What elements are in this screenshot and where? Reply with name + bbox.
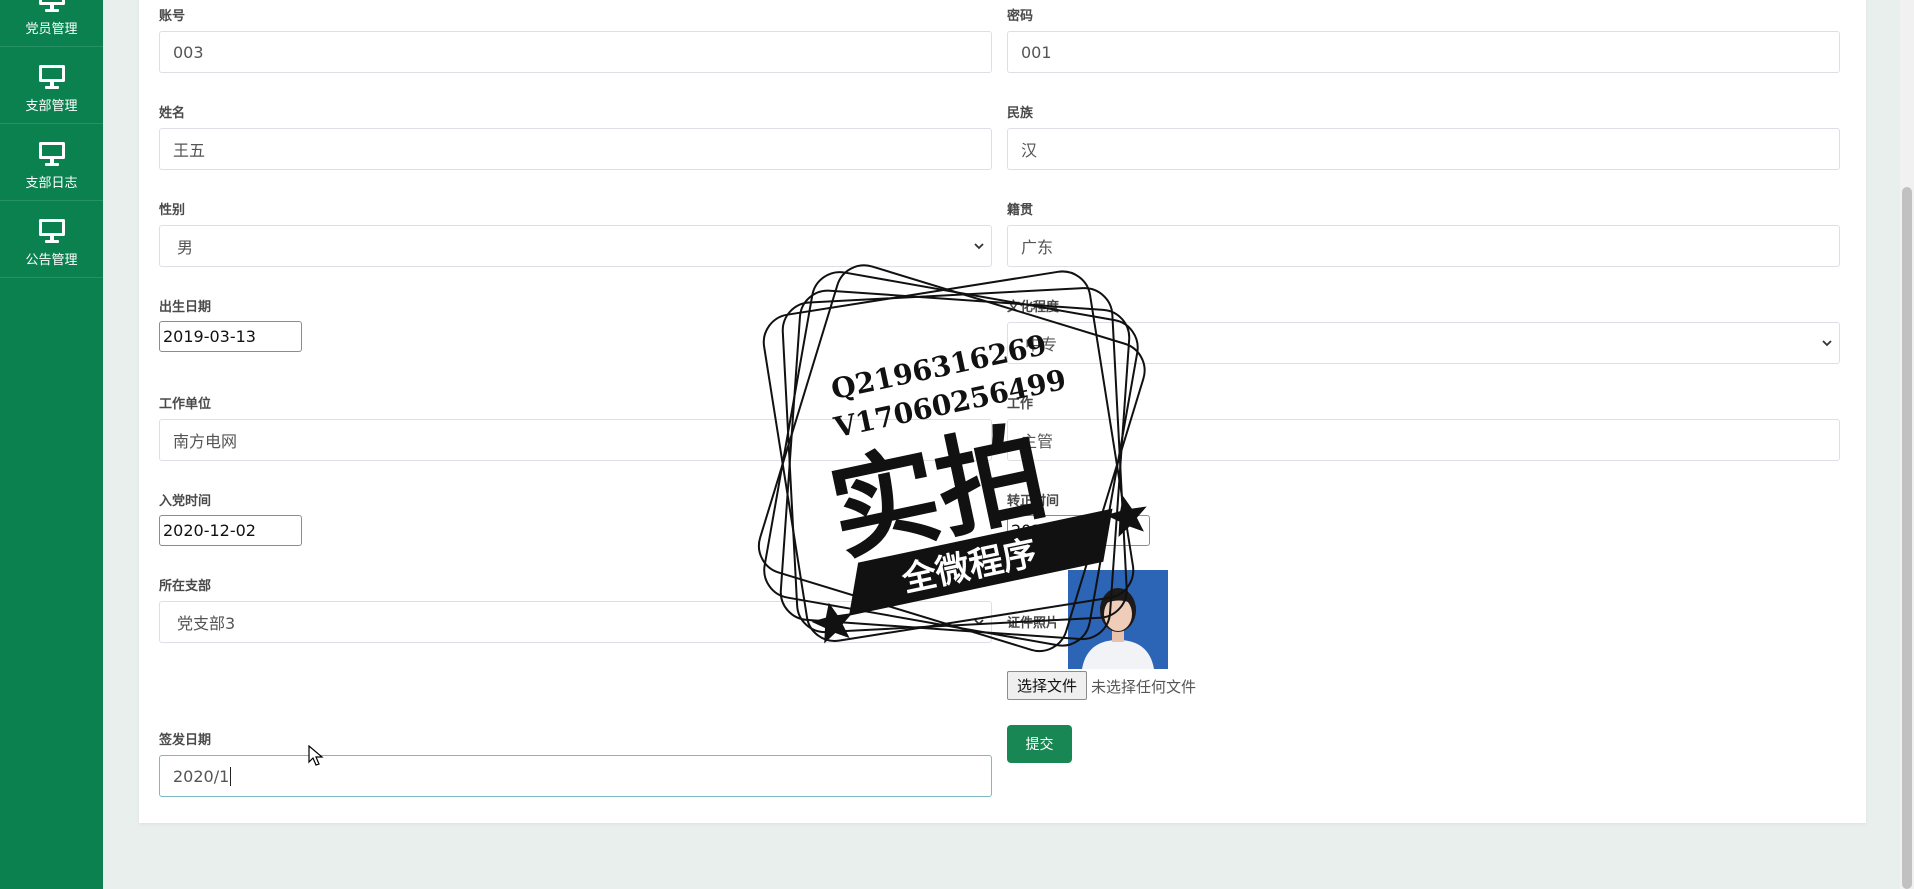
- birth-date-label: 出生日期: [159, 300, 212, 315]
- monitor-icon: [38, 142, 65, 166]
- join-date-input[interactable]: 2020-12-02: [159, 515, 302, 546]
- sidebar-item-label: 支部日志: [25, 176, 78, 191]
- text-caret: [230, 766, 232, 786]
- sidebar-item-member-management[interactable]: 党员管理: [0, 0, 103, 47]
- issue-date-input[interactable]: 2020/1: [159, 755, 992, 797]
- gender-value: 男: [177, 238, 194, 257]
- issue-date-label: 签发日期: [159, 733, 212, 748]
- sidebar-item-branch-management[interactable]: 支部管理: [0, 47, 103, 124]
- sidebar-item-label: 公告管理: [25, 253, 78, 268]
- choose-file-button[interactable]: 选择文件: [1007, 671, 1087, 700]
- birth-date-input[interactable]: 2019-03-13: [159, 321, 302, 352]
- sidebar-item-branch-log[interactable]: 支部日志: [0, 124, 103, 201]
- account-input[interactable]: 003: [159, 31, 992, 73]
- watermark-stamp: Q2196316269 V17060256499 实拍 全微程序: [757, 264, 1147, 652]
- ethnicity-label: 民族: [1007, 106, 1034, 121]
- sidebar-item-label: 党员管理: [25, 22, 78, 37]
- name-label: 姓名: [159, 106, 186, 121]
- password-input[interactable]: 001: [1007, 31, 1840, 73]
- name-input[interactable]: 王五: [159, 128, 992, 170]
- monitor-icon: [38, 0, 65, 12]
- account-label: 账号: [159, 9, 186, 24]
- chevron-down-icon: [1822, 340, 1832, 347]
- sidebar-item-label: 支部管理: [25, 99, 78, 114]
- branch-label: 所在支部: [159, 579, 212, 594]
- monitor-icon: [38, 219, 65, 243]
- submit-button[interactable]: 提交: [1007, 725, 1072, 763]
- mouse-cursor-icon: [308, 745, 324, 766]
- password-label: 密码: [1007, 9, 1034, 24]
- scrollbar-track[interactable]: [1900, 0, 1914, 889]
- sidebar-item-announcements[interactable]: 公告管理: [0, 201, 103, 278]
- native-place-label: 籍贯: [1007, 203, 1034, 218]
- sidebar: 党员管理 支部管理 支部日志 公告管理: [0, 0, 103, 889]
- file-status-text: 未选择任何文件: [1091, 678, 1197, 696]
- branch-value: 党支部3: [177, 614, 236, 633]
- ethnicity-input[interactable]: 汉: [1007, 128, 1840, 170]
- scrollbar-thumb[interactable]: [1902, 187, 1912, 889]
- chevron-down-icon: [974, 243, 984, 250]
- gender-label: 性别: [159, 203, 186, 218]
- join-date-label: 入党时间: [159, 494, 212, 509]
- issue-date-value: 2020/1: [173, 766, 230, 786]
- work-unit-label: 工作单位: [159, 397, 212, 412]
- monitor-icon: [38, 65, 65, 89]
